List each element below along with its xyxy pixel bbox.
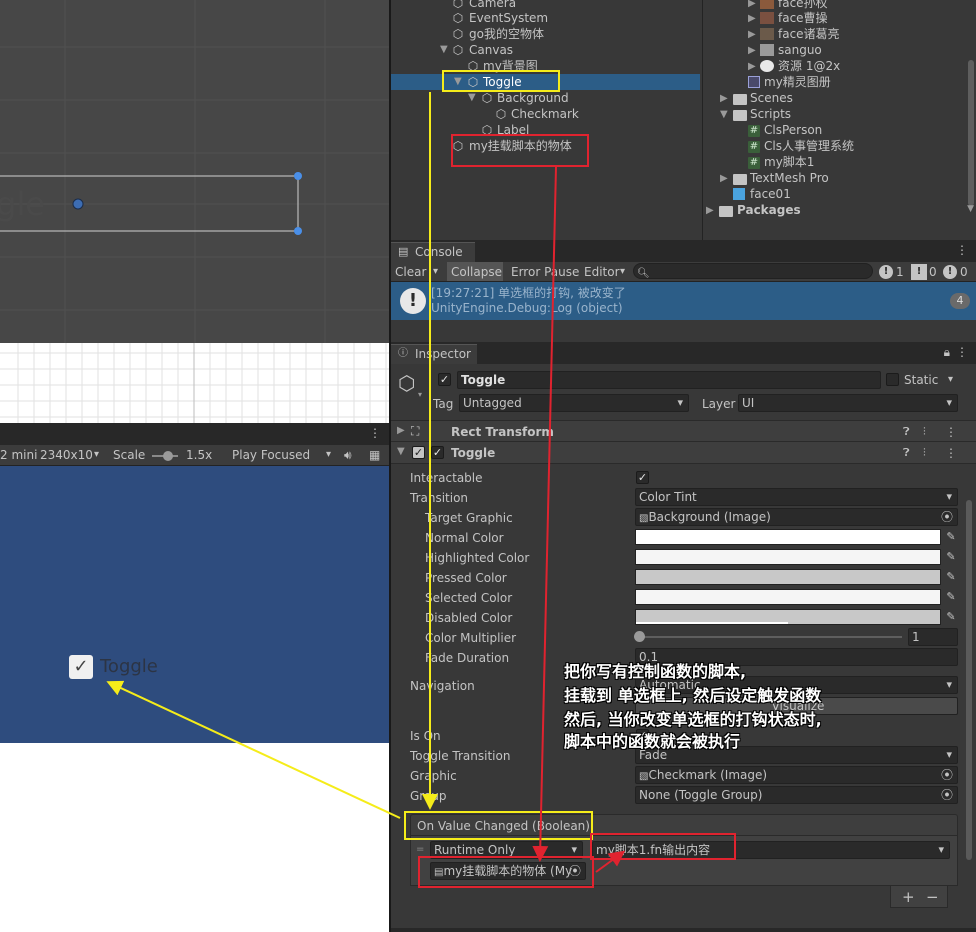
annotation-line-1: 把你写有控制函数的脚本, [564,662,747,681]
annotation-line-3: 然后, 当你改变单选框的打钩状态时, [564,710,822,729]
annotation-line-4: 脚本中的函数就会被执行 [564,732,741,751]
annotation-arrows [106,92,626,873]
red-arrow-down [532,166,557,862]
annotation-line-2: 挂载到 单选框上, 然后设定触发函数 [564,686,822,705]
red-arrow-to-function [595,850,626,873]
yellow-arrow-to-game [106,680,401,819]
